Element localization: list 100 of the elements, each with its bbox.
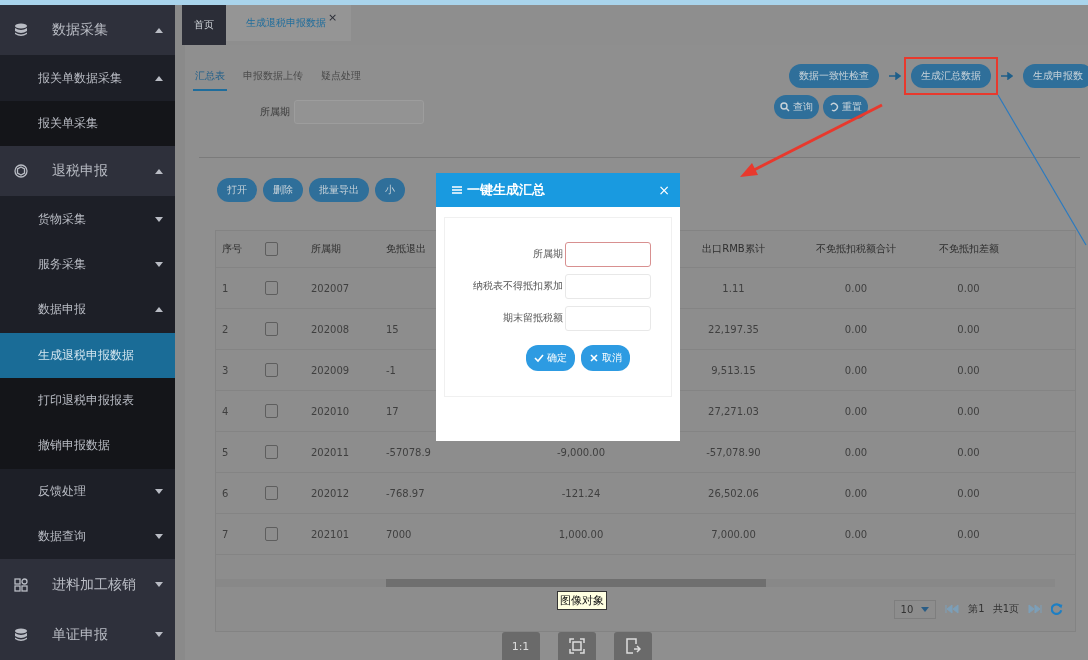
column-header: 不免抵扣税额合计 bbox=[815, 242, 897, 256]
table-cell-text: -121.24 bbox=[560, 487, 602, 499]
field-label: 纳税表不得抵扣累加 bbox=[473, 280, 563, 293]
sidebar-label: 报关单采集 bbox=[38, 114, 99, 132]
check-icon bbox=[534, 353, 544, 363]
sidebar-item[interactable]: 报关单采集 bbox=[0, 100, 175, 147]
subtab[interactable]: 疑点处理 bbox=[319, 61, 363, 91]
table-cell-text: -57,078.90 bbox=[705, 446, 762, 458]
column-header: 所属期 bbox=[310, 242, 342, 256]
checkbox[interactable] bbox=[264, 404, 278, 418]
search-icon bbox=[780, 102, 790, 112]
close-button[interactable]: × bbox=[658, 182, 670, 198]
table-cell-text: 0.00 bbox=[843, 528, 869, 540]
row-number: 1 bbox=[221, 282, 230, 294]
tab[interactable]: 生成退税申报数据 × bbox=[226, 5, 352, 41]
row-number: 2 bbox=[221, 323, 230, 335]
sidebar-item[interactable]: 数据申报 bbox=[0, 287, 175, 333]
fit-button[interactable] bbox=[557, 632, 596, 660]
arrow-icon bbox=[889, 72, 901, 80]
table-cell-text: -57078.9 bbox=[385, 446, 432, 458]
column-header: 出口RMB累计 bbox=[701, 242, 766, 256]
query-button[interactable]: 重置 bbox=[823, 95, 868, 119]
tooltip: 图像对象 bbox=[557, 591, 607, 610]
sidebar-label: 撤销申报数据 bbox=[38, 437, 111, 455]
sidebar-item[interactable]: 撤销申报数据 bbox=[0, 423, 175, 469]
table-cell-text: 0.00 bbox=[843, 487, 869, 499]
scrollbar-thumb[interactable] bbox=[386, 579, 766, 587]
export-button[interactable] bbox=[613, 632, 652, 660]
checkbox[interactable] bbox=[264, 527, 278, 541]
table-cell-text: 0.00 bbox=[843, 446, 869, 458]
table-cell-text: 15 bbox=[385, 323, 400, 335]
fit-screen-icon bbox=[568, 638, 585, 654]
sidebar-label: 退税申报 bbox=[52, 162, 109, 181]
first-page-icon[interactable] bbox=[944, 604, 961, 614]
checkbox[interactable] bbox=[264, 486, 278, 500]
cube-icon bbox=[14, 164, 28, 179]
cancel-button[interactable]: 取消 bbox=[581, 345, 630, 371]
sidebar-item[interactable]: 数据采集 bbox=[0, 5, 175, 56]
database-icon bbox=[14, 627, 28, 642]
toolbar-button[interactable]: 批量导出 bbox=[309, 178, 369, 202]
flow-button[interactable]: 生成申报数 bbox=[1023, 64, 1088, 88]
checkbox[interactable] bbox=[264, 322, 278, 336]
table-cell-text: 202008 bbox=[310, 323, 351, 335]
refresh-icon[interactable] bbox=[1051, 603, 1063, 615]
input-field[interactable] bbox=[565, 242, 651, 267]
table-cell-text: 0.00 bbox=[956, 364, 981, 376]
row-number: 3 bbox=[221, 364, 230, 376]
table-cell-text: 0.00 bbox=[956, 446, 981, 458]
checkbox[interactable] bbox=[264, 242, 278, 256]
table-cell-text: 27,271.03 bbox=[707, 405, 760, 417]
sidebar-item[interactable]: 服务采集 bbox=[0, 241, 175, 288]
sidebar-label: 货物采集 bbox=[38, 210, 87, 228]
flow-button[interactable]: 生成汇总数据 bbox=[911, 64, 991, 88]
row-number: 7 bbox=[221, 528, 230, 540]
table-cell-text: 1,000.00 bbox=[557, 528, 605, 540]
export-icon bbox=[624, 638, 641, 654]
checkbox[interactable] bbox=[264, 445, 278, 459]
table-cell-text: -1 bbox=[385, 364, 397, 376]
sidebar-item[interactable]: 打印退税申报报表 bbox=[0, 377, 175, 424]
column-header: 不免抵扣差额 bbox=[937, 242, 1000, 256]
actual-size-button[interactable]: 1:1 bbox=[501, 632, 540, 660]
table-cell-text: 0.00 bbox=[843, 405, 869, 417]
sidebar-item[interactable]: 数据查询 bbox=[0, 514, 175, 560]
sidebar-item[interactable]: 反馈处理 bbox=[0, 468, 175, 514]
sidebar-label: 服务采集 bbox=[38, 255, 87, 273]
table-cell-text: 9,513.15 bbox=[710, 364, 757, 376]
table-cell-text: 1.11 bbox=[721, 282, 746, 294]
sidebar-item[interactable]: 报关单数据采集 bbox=[0, 55, 175, 101]
reset-icon bbox=[829, 102, 839, 112]
toolbar-button[interactable]: 打开 bbox=[217, 178, 257, 202]
confirm-button[interactable]: 确定 bbox=[526, 345, 575, 371]
table-cell-text: 202012 bbox=[310, 487, 351, 499]
table-cell-text: 202009 bbox=[310, 364, 351, 376]
table-cell-text: 0.00 bbox=[843, 282, 869, 294]
sidebar-item[interactable]: 退税申报 bbox=[0, 146, 175, 197]
sidebar-item[interactable]: 进料加工核销 bbox=[0, 559, 175, 610]
sidebar-item[interactable]: 生成退税申报数据 bbox=[0, 332, 175, 378]
row-number: 4 bbox=[221, 405, 230, 417]
page-size-select[interactable]: 10 bbox=[893, 599, 937, 619]
query-button[interactable]: 查询 bbox=[774, 95, 819, 119]
table-cell-text: 26,502.06 bbox=[707, 487, 760, 499]
toolbar-button[interactable]: 删除 bbox=[263, 178, 303, 202]
checkbox[interactable] bbox=[264, 363, 278, 377]
table-cell-text: 0.00 bbox=[956, 323, 981, 335]
last-page-icon[interactable] bbox=[1027, 604, 1043, 614]
field-label: 所属期 bbox=[533, 248, 563, 261]
tab[interactable]: 首页 bbox=[182, 5, 226, 45]
table-cell-text: 202007 bbox=[310, 282, 351, 294]
toolbar-button[interactable]: 小 bbox=[375, 178, 405, 202]
subtab[interactable]: 汇总表 bbox=[193, 61, 227, 91]
sidebar-item[interactable]: 货物采集 bbox=[0, 196, 175, 242]
table-cell-text: 0.00 bbox=[956, 405, 981, 417]
sidebar-item[interactable]: 单证申报 bbox=[0, 609, 175, 660]
grid-icon bbox=[14, 577, 28, 592]
column-header: 序号 bbox=[221, 242, 243, 256]
close-icon bbox=[589, 353, 599, 363]
sidebar-label: 打印退税申报报表 bbox=[38, 392, 135, 410]
field-label: 所属期 bbox=[260, 105, 290, 119]
flow-button[interactable]: 数据一致性检查 bbox=[789, 64, 879, 88]
checkbox[interactable] bbox=[264, 281, 278, 295]
